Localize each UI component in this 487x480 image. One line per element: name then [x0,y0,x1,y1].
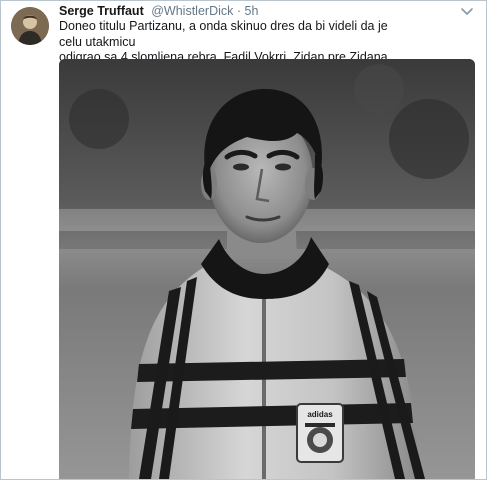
avatar-image [11,7,49,45]
header-separator: · [236,4,242,18]
author-avatar[interactable] [11,7,49,45]
more-options-caret-icon[interactable] [460,5,474,17]
tweet-card[interactable]: Serge Truffaut @WhistlerDick · 5h Doneo … [0,0,487,480]
tweet-timestamp[interactable]: 5h [245,4,259,18]
photo-black-and-white-footballer: adidas [59,59,475,479]
tweet-text-line-1: Doneo titulu Partizanu, a onda skinuo dr… [59,19,388,49]
tweet-photo[interactable]: adidas [59,59,475,479]
author-handle[interactable]: @WhistlerDick [151,4,233,18]
tweet-header: Serge Truffaut @WhistlerDick · 5h [59,3,258,19]
author-display-name[interactable]: Serge Truffaut [59,4,144,18]
jersey-brand-text: adidas [307,410,333,419]
